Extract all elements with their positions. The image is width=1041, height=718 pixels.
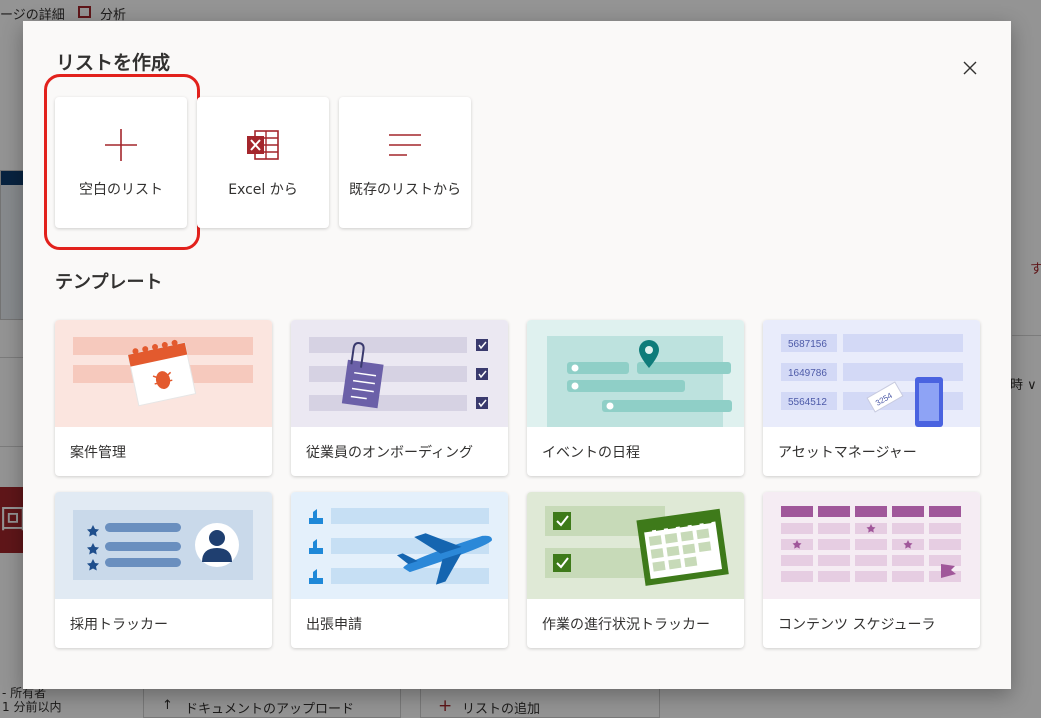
templates-heading: テンプレート xyxy=(55,272,163,293)
template-label: 出張申請 xyxy=(306,617,362,633)
template-card-content-scheduler[interactable]: コンテンツ スケジューラ xyxy=(763,492,980,648)
template-label: 案件管理 xyxy=(70,445,126,461)
template-card-travel-requests[interactable]: 出張申請 xyxy=(291,492,508,648)
close-button[interactable] xyxy=(959,57,981,79)
airplane-illustration xyxy=(291,492,508,599)
map-pin-illustration xyxy=(527,320,744,427)
highlight-annotation xyxy=(44,74,200,250)
list-lines-icon xyxy=(389,134,421,156)
template-label: 作業の進行状況トラッカー xyxy=(542,617,710,633)
template-label: コンテンツ スケジューラ xyxy=(778,617,936,633)
from-excel-card[interactable]: Excel から xyxy=(197,97,329,228)
excel-icon xyxy=(247,130,279,160)
asset-number: 1649786 xyxy=(788,368,827,379)
template-card-event-itinerary[interactable]: イベントの日程 xyxy=(527,320,744,476)
candidate-profile-illustration xyxy=(55,492,272,599)
asset-number: 5564512 xyxy=(788,397,827,408)
close-icon xyxy=(963,61,977,75)
from-excel-label: Excel から xyxy=(228,182,298,198)
template-label: イベントの日程 xyxy=(542,445,640,461)
from-existing-list-card[interactable]: 既存のリストから xyxy=(339,97,471,228)
template-label: 従業員のオンボーディング xyxy=(306,445,474,461)
template-label: 採用トラッカー xyxy=(70,617,168,633)
template-card-employee-onboarding[interactable]: 従業員のオンボーディング xyxy=(291,320,508,476)
template-card-asset-manager[interactable]: 5687156 1649786 5564512 3254 アセットマネージャー xyxy=(763,320,980,476)
asset-tag-illustration: 5687156 1649786 5564512 3254 xyxy=(763,320,980,427)
content-calendar-illustration xyxy=(763,492,980,599)
from-existing-list-label: 既存のリストから xyxy=(349,182,461,198)
progress-calendar-illustration xyxy=(527,492,744,599)
asset-number: 5687156 xyxy=(788,339,827,350)
template-card-issue-tracker[interactable]: 案件管理 xyxy=(55,320,272,476)
template-card-recruitment-tracker[interactable]: 採用トラッカー xyxy=(55,492,272,648)
template-label: アセットマネージャー xyxy=(778,445,917,461)
create-list-dialog: リストを作成 空白のリスト Excel から 既存のリストから テンプレート 案… xyxy=(23,21,1011,689)
template-card-work-progress-tracker[interactable]: 作業の進行状況トラッカー xyxy=(527,492,744,648)
dialog-title: リストを作成 xyxy=(56,52,171,74)
calendar-bug-illustration xyxy=(55,320,272,427)
checklist-clip-illustration xyxy=(291,320,508,427)
